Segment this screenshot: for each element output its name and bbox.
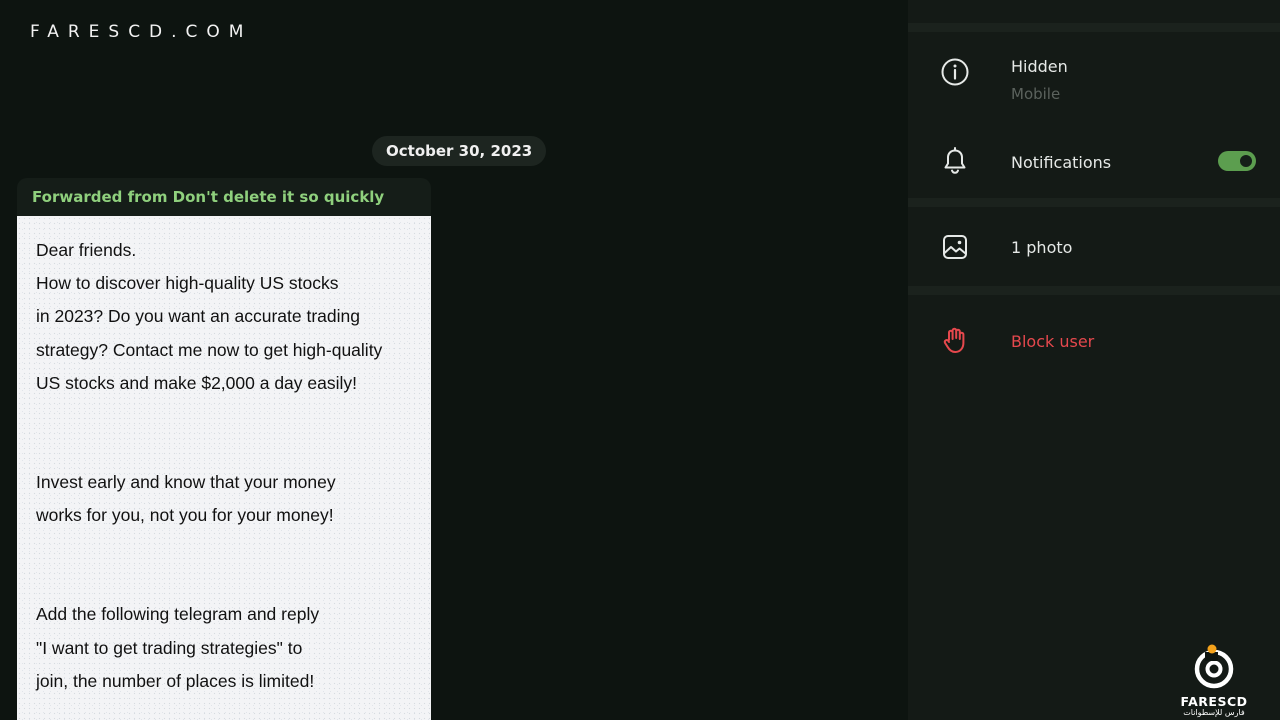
message-line: Add the following telegram and reply bbox=[36, 604, 320, 625]
message-line: Dear friends. bbox=[36, 240, 137, 260]
message-line: How to discover high-quality US stocks bbox=[36, 273, 339, 294]
logo-subtitle: فارس للإسطوانات bbox=[1183, 708, 1245, 717]
chat-area: FARESCD.COM October 30, 2023 Forwarded f… bbox=[0, 0, 908, 720]
notifications-toggle[interactable] bbox=[1218, 151, 1256, 171]
phone-title[interactable]: Hidden bbox=[1011, 57, 1068, 76]
message-line: "I want to get trading strategies" to bbox=[36, 637, 303, 658]
media-label: 1 photo bbox=[1011, 238, 1073, 257]
message-line: works for you, not you for your money! bbox=[36, 505, 334, 526]
image-icon bbox=[943, 235, 967, 259]
forwarded-from-label[interactable]: Forwarded from Don't delete it so quickl… bbox=[17, 178, 431, 216]
message-line: strategy? Contact me now to get high-qua… bbox=[36, 339, 383, 360]
bell-icon bbox=[944, 147, 966, 174]
farescd-logo: FARESCD فارس للإسطوانات bbox=[1172, 643, 1256, 720]
media-row[interactable]: 1 photo bbox=[908, 214, 1280, 278]
section-divider bbox=[908, 286, 1280, 295]
phone-subtitle: Mobile bbox=[1011, 85, 1061, 103]
notifications-label: Notifications bbox=[1011, 153, 1112, 172]
message-line: Invest early and know that your money bbox=[36, 472, 336, 493]
watermark: FARESCD.COM bbox=[30, 22, 253, 42]
block-user-label[interactable]: Block user bbox=[1011, 332, 1094, 351]
message-paragraph-2: Invest early and know that your money wo… bbox=[36, 466, 412, 532]
date-separator: October 30, 2023 bbox=[372, 136, 547, 166]
block-user-row[interactable]: Block user bbox=[908, 306, 1280, 372]
section-divider bbox=[908, 23, 1280, 32]
message-paragraph-1: Dear friends. How to discover high-quali… bbox=[36, 234, 412, 400]
phone-row[interactable]: Hidden Mobile bbox=[908, 40, 1280, 128]
toggle-knob bbox=[1238, 153, 1254, 169]
message-image[interactable]: Dear friends. How to discover high-quali… bbox=[17, 216, 431, 720]
message-line: in 2023? Do you want an accurate trading bbox=[36, 306, 360, 327]
section-divider bbox=[908, 198, 1280, 207]
message-bubble[interactable]: Forwarded from Don't delete it so quickl… bbox=[17, 178, 431, 720]
message-paragraph-3: Add the following telegram and reply "I … bbox=[36, 598, 412, 698]
message-line: join, the number of places is limited! bbox=[36, 670, 315, 691]
hand-stop-icon bbox=[943, 327, 965, 353]
message-line: US stocks and make $2,000 a day easily! bbox=[36, 372, 358, 393]
info-icon bbox=[941, 58, 969, 86]
logo-name: FARESCD bbox=[1180, 694, 1248, 709]
user-info-panel: Hidden Mobile Notifications 1 photo Bloc… bbox=[908, 0, 1280, 720]
logo-mark-icon bbox=[1194, 644, 1234, 689]
